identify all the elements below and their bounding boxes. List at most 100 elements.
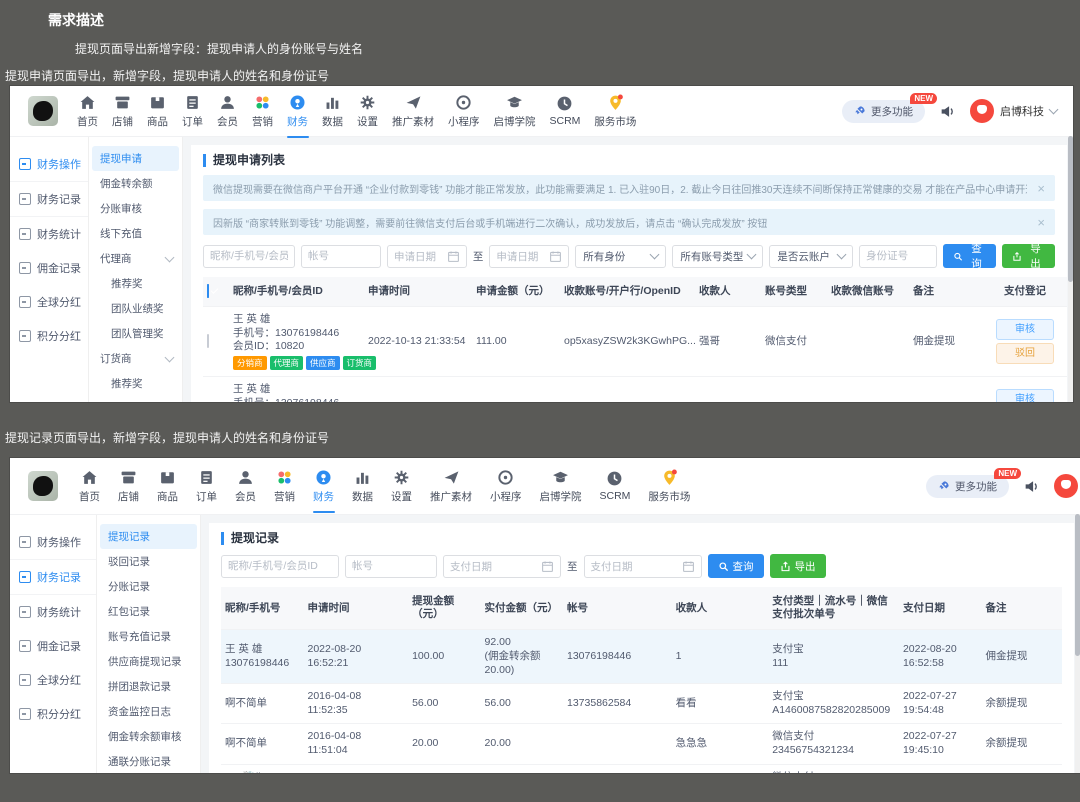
nav-tab-marketing[interactable]: 营销 [265,469,304,504]
export-button[interactable]: 导出 [1002,243,1055,270]
submenu-item[interactable]: 通联分账记录 [97,749,200,773]
select-all-checkbox[interactable] [207,284,209,298]
nav-tab-orders[interactable]: 订单 [187,469,226,504]
nav-tab-miniprogram[interactable]: 小程序 [481,469,531,504]
account-input[interactable] [301,244,381,268]
nav-tab-marketing[interactable]: 营销 [245,94,280,129]
apply-time: 2016-04-07 14:27:46 [303,763,409,773]
submenu-item[interactable]: 推荐奖 [89,371,182,396]
nav-tab-service-market[interactable]: 服务市场 [587,94,643,129]
sidebar-item-commission[interactable]: 佣金记录 [10,629,96,663]
nav-tab-members[interactable]: 会员 [226,469,265,504]
keyword-input[interactable] [221,554,339,578]
announcement-speaker-icon[interactable] [1023,478,1040,495]
nav-tab-goods[interactable]: 商品 [140,94,175,129]
sidebar-item-finance-ops[interactable]: 财务操作 [10,525,96,560]
export-button[interactable]: 导出 [769,554,826,578]
submenu-withdraw-apply[interactable]: 提现申请 [92,146,179,171]
account-type-select[interactable]: 所有账号类型 [672,244,764,268]
close-icon[interactable]: × [1037,215,1045,230]
sidebar-item-points-dividend[interactable]: 积分分红 [10,319,88,353]
submenu-item[interactable]: 团队业绩奖 [89,296,182,321]
submenu-item[interactable]: 拼团退款记录 [97,674,200,699]
nav-tab-settings[interactable]: 设置 [382,469,421,504]
submenu-withdraw-record[interactable]: 提现记录 [100,524,197,549]
audit-button[interactable]: 审核 [996,389,1054,402]
row-checkbox[interactable] [207,333,209,348]
sidebar-item-commission[interactable]: 佣金记录 [10,251,88,285]
submenu-item[interactable]: 佣金转余额审核 [97,724,200,749]
sidebar-item-finance-ops[interactable]: 财务操作 [10,147,88,182]
nav-tab-data[interactable]: 数据 [315,94,350,129]
id-number-input[interactable] [859,244,938,268]
member-phone: 手机号：13076198446 [233,397,360,402]
sidebar-item-finance-stats[interactable]: 财务统计 [10,595,96,629]
col-header: 帐号 [563,587,672,630]
more-features-button[interactable]: 更多功能 NEW [926,467,1021,498]
submenu-item[interactable]: 红包记录 [97,599,200,624]
date-to-picker[interactable]: 支付日期 [583,554,702,578]
nav-tab-shop[interactable]: 店铺 [109,469,148,504]
submenu-item[interactable]: 团队业绩奖 [89,396,182,402]
sidebar-item-global-dividend[interactable]: 全球分红 [10,663,96,697]
nav-tab-scrm[interactable]: SCRM [591,470,640,502]
date-from-picker[interactable]: 申请日期 [387,244,467,268]
reject-button[interactable]: 驳回 [996,343,1054,365]
nav-tab-service-market[interactable]: 服务市场 [639,469,699,504]
nav-tab-data[interactable]: 数据 [343,469,382,504]
submenu-item[interactable]: 线下充值 [89,221,182,246]
app-logo[interactable] [28,96,58,126]
sidebar-item-finance-stats[interactable]: 财务统计 [10,217,88,251]
submenu-item[interactable]: 资金监控日志 [97,699,200,724]
nav-tab-promo-material[interactable]: 推广素材 [385,94,441,129]
submenu-item[interactable]: 佣金转余额 [89,171,182,196]
more-features-button[interactable]: 更多功能 NEW [842,92,937,123]
nav-tab-settings[interactable]: 设置 [350,94,385,129]
scrollbar[interactable] [1075,514,1080,773]
nav-tab-scrm[interactable]: SCRM [543,95,588,127]
nav-tab-home[interactable]: 首页 [70,94,105,129]
nav-tab-academy[interactable]: 启博学院 [487,94,543,129]
submenu-item[interactable]: 账号充值记录 [97,624,200,649]
submenu-item[interactable]: 驳回记录 [97,549,200,574]
app-logo[interactable] [28,471,58,501]
close-icon[interactable]: × [1037,181,1045,196]
account-menu[interactable] [1054,474,1078,498]
keyword-input[interactable] [203,244,295,268]
account-menu[interactable]: 启博科技 [970,99,1059,123]
submenu-item[interactable]: 分账记录 [97,574,200,599]
table-row: 啊不简单 2016-04-08 11:52:35 56.00 56.00 137… [221,683,1062,724]
search-button[interactable]: 查询 [707,554,764,578]
date-from-picker[interactable]: 支付日期 [443,554,561,578]
scrollbar[interactable] [1068,136,1073,402]
sidebar-item-finance-records[interactable]: 财务记录 [10,182,88,217]
nav-tab-academy[interactable]: 启博学院 [531,469,591,504]
cloud-account-select[interactable]: 是否云账户 [769,244,854,268]
nav-tab-shop[interactable]: 店铺 [105,94,140,129]
nav-tab-promo-material[interactable]: 推广素材 [421,469,481,504]
nav-tab-finance[interactable]: 财务 [304,469,343,513]
submenu-item[interactable]: 分账审核 [89,196,182,221]
sidebar-item-global-dividend[interactable]: 全球分红 [10,285,88,319]
submenu-group-wholesaler[interactable]: 订货商 [89,346,182,371]
nav-tab-orders[interactable]: 订单 [175,94,210,129]
submenu-group-agent[interactable]: 代理商 [89,246,182,271]
nav-tab-goods[interactable]: 商品 [148,469,187,504]
nav-tab-miniprogram[interactable]: 小程序 [441,94,487,129]
audit-button[interactable]: 审核 [996,319,1054,341]
submenu-item[interactable]: 供应商提现记录 [97,649,200,674]
submenu-item[interactable]: 团队管理奖 [89,321,182,346]
nav-tab-members[interactable]: 会员 [210,94,245,129]
order-icon [184,94,201,111]
sidebar-item-points-dividend[interactable]: 积分分红 [10,697,96,731]
search-button[interactable]: 查询 [943,243,997,270]
member-icon [219,94,236,111]
date-to-picker[interactable]: 申请日期 [489,244,570,268]
account-input[interactable] [345,554,437,578]
nav-tab-home[interactable]: 首页 [70,469,109,504]
sidebar-item-finance-records[interactable]: 财务记录 [10,560,96,595]
announcement-speaker-icon[interactable] [939,103,956,120]
nav-tab-finance[interactable]: 财务 [280,94,315,138]
identity-select[interactable]: 所有身份 [575,244,667,268]
submenu-item[interactable]: 推荐奖 [89,271,182,296]
